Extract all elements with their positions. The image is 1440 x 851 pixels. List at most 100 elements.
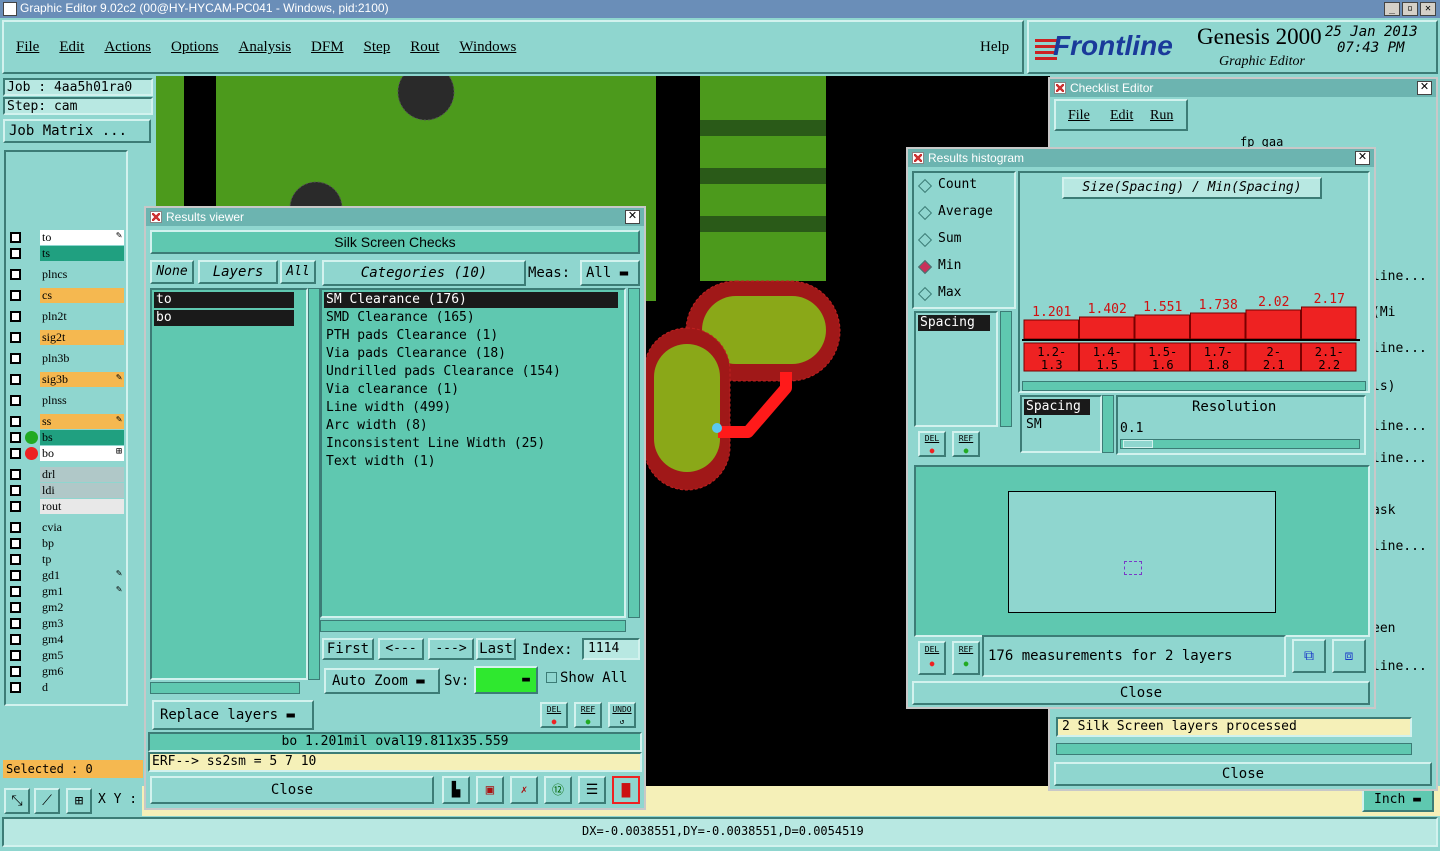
categories-hscroll[interactable] — [320, 620, 626, 632]
hist-del2-button[interactable]: DEL ● — [918, 641, 946, 675]
categories-button[interactable]: Categories (10) — [322, 260, 526, 286]
histogram-icon[interactable]: ▇ — [612, 776, 640, 804]
layer-checkbox[interactable] — [10, 682, 21, 693]
results-layer-hscroll[interactable] — [150, 682, 300, 694]
layer-checkbox[interactable] — [10, 650, 21, 661]
layer-checkbox[interactable] — [10, 248, 21, 259]
layer-row[interactable]: pln3b — [8, 351, 124, 366]
layer-checkbox[interactable] — [10, 538, 21, 549]
layer-checkbox[interactable] — [10, 522, 21, 533]
layer-checkbox[interactable] — [10, 618, 21, 629]
layer-row[interactable]: gm3 — [8, 616, 124, 631]
layer-row[interactable]: d — [8, 680, 124, 695]
graph-icon[interactable]: ▙ — [442, 776, 470, 804]
zoom-out-icon[interactable]: ⧈ — [1332, 639, 1366, 673]
layer-checkbox[interactable] — [10, 269, 21, 280]
histogram-close-button[interactable]: Close — [912, 681, 1370, 705]
zoom-area-icon[interactable]: ⟋ — [34, 788, 60, 814]
chart-hscroll[interactable] — [1022, 381, 1366, 391]
close-icon[interactable]: ✕ — [1417, 81, 1432, 95]
first-button[interactable]: First — [322, 638, 374, 660]
minimize-button[interactable]: _ — [1384, 2, 1400, 16]
layer-name[interactable]: gm2 — [40, 600, 124, 615]
layers-button[interactable]: Layers — [198, 260, 278, 284]
layer-row[interactable]: gm1 ✎ — [8, 584, 124, 599]
numbered-icon[interactable]: ⑫ — [544, 776, 572, 804]
category-item[interactable]: Undrilled pads Clearance (154) — [324, 364, 618, 380]
layer-name[interactable]: plncs — [40, 267, 124, 282]
layer-name[interactable]: pln3b — [40, 351, 124, 366]
layer-row[interactable]: drl — [8, 467, 124, 482]
histogram-bar[interactable] — [1023, 319, 1079, 340]
hist-layer-scrollbar[interactable] — [1102, 395, 1114, 453]
maximize-button[interactable]: ▫ — [1402, 2, 1418, 16]
category-item[interactable]: Text width (1) — [324, 454, 618, 470]
layer-name[interactable]: cs — [40, 288, 124, 303]
index-input[interactable]: 1114 — [582, 638, 640, 660]
erf-icon[interactable]: ✗ — [510, 776, 538, 804]
aggregate-option[interactable]: Min — [917, 258, 1010, 278]
layer-row[interactable]: tp — [8, 552, 124, 567]
layer-row[interactable]: cvia — [8, 520, 124, 535]
category-item[interactable]: Arc width (8) — [324, 418, 618, 434]
menu-help[interactable]: Help — [980, 39, 1009, 56]
layer-name[interactable]: to — [40, 230, 124, 245]
layer-name[interactable]: drl — [40, 467, 124, 482]
sv-color-select[interactable]: ▬ — [474, 666, 538, 694]
layer-name[interactable]: bs — [40, 430, 124, 445]
layer-name[interactable]: d — [40, 680, 124, 695]
zoom-fit-icon[interactable]: ⤡ — [4, 788, 30, 814]
meas-select[interactable]: All ▬ — [580, 260, 640, 286]
layer-name[interactable]: ldi — [40, 483, 124, 498]
job-matrix-button[interactable]: Job Matrix ... — [3, 119, 151, 143]
histogram-bar[interactable] — [1301, 306, 1357, 340]
layer-row[interactable]: ts — [8, 246, 124, 261]
all-button[interactable]: All — [280, 260, 316, 284]
layer-row[interactable]: pln2t — [8, 309, 124, 324]
radio-icon[interactable] — [917, 178, 933, 194]
menu-windows[interactable]: Windows — [459, 39, 516, 56]
checklist-scrollbar[interactable] — [1056, 743, 1412, 755]
histogram-bar[interactable] — [1079, 316, 1135, 340]
layer-row[interactable]: gm6 — [8, 664, 124, 679]
show-all-checkbox[interactable] — [546, 672, 557, 683]
layer-row[interactable]: gm4 — [8, 632, 124, 647]
layer-row[interactable]: ldi — [8, 483, 124, 498]
radio-icon[interactable] — [917, 259, 933, 275]
hist-layer-item[interactable]: Spacing — [1024, 399, 1090, 415]
close-app-button[interactable]: ✕ — [1420, 2, 1436, 16]
layer-checkbox[interactable] — [10, 395, 21, 406]
hist-ref-button[interactable]: REF ● — [952, 431, 980, 457]
layer-checkbox[interactable] — [10, 374, 21, 385]
category-item[interactable]: Via pads Clearance (18) — [324, 346, 618, 362]
layer-row[interactable]: gm2 — [8, 600, 124, 615]
layer-checkbox[interactable] — [10, 485, 21, 496]
histogram-bar[interactable] — [1245, 309, 1301, 340]
units-select[interactable]: Inch ▬ — [1362, 788, 1434, 812]
replace-layers-select[interactable]: Replace layers ▬ — [152, 700, 314, 730]
close-icon[interactable]: ✕ — [625, 210, 640, 224]
category-item[interactable]: SM Clearance (176) — [324, 292, 618, 308]
menu-options[interactable]: Options — [171, 39, 219, 56]
layer-checkbox[interactable] — [10, 554, 21, 565]
histogram-bar[interactable] — [1134, 314, 1190, 340]
layer-row[interactable]: bp — [8, 536, 124, 551]
checklist-close-button[interactable]: Close — [1054, 762, 1432, 786]
layer-name[interactable]: ss — [40, 414, 124, 429]
radio-icon[interactable] — [917, 232, 933, 248]
layer-row[interactable]: plnss — [8, 393, 124, 408]
prev-button[interactable]: <--- — [378, 638, 424, 660]
results-layer-item[interactable]: bo — [154, 310, 294, 326]
checklist-menu-run[interactable]: Run — [1150, 108, 1173, 124]
layer-checkbox[interactable] — [10, 586, 21, 597]
layer-name[interactable]: gm5 — [40, 648, 124, 663]
report-icon[interactable]: ▣ — [476, 776, 504, 804]
category-item[interactable]: Via clearance (1) — [324, 382, 618, 398]
category-item[interactable]: Inconsistent Line Width (25) — [324, 436, 618, 452]
auto-zoom-select[interactable]: Auto Zoom ▬ — [324, 668, 440, 694]
layer-name[interactable]: tp — [40, 552, 124, 567]
layer-name[interactable]: pln2t — [40, 309, 124, 324]
aggregate-option[interactable]: Sum — [917, 231, 1010, 251]
category-item[interactable]: SMD Clearance (165) — [324, 310, 618, 326]
layer-name[interactable]: cvia — [40, 520, 124, 535]
